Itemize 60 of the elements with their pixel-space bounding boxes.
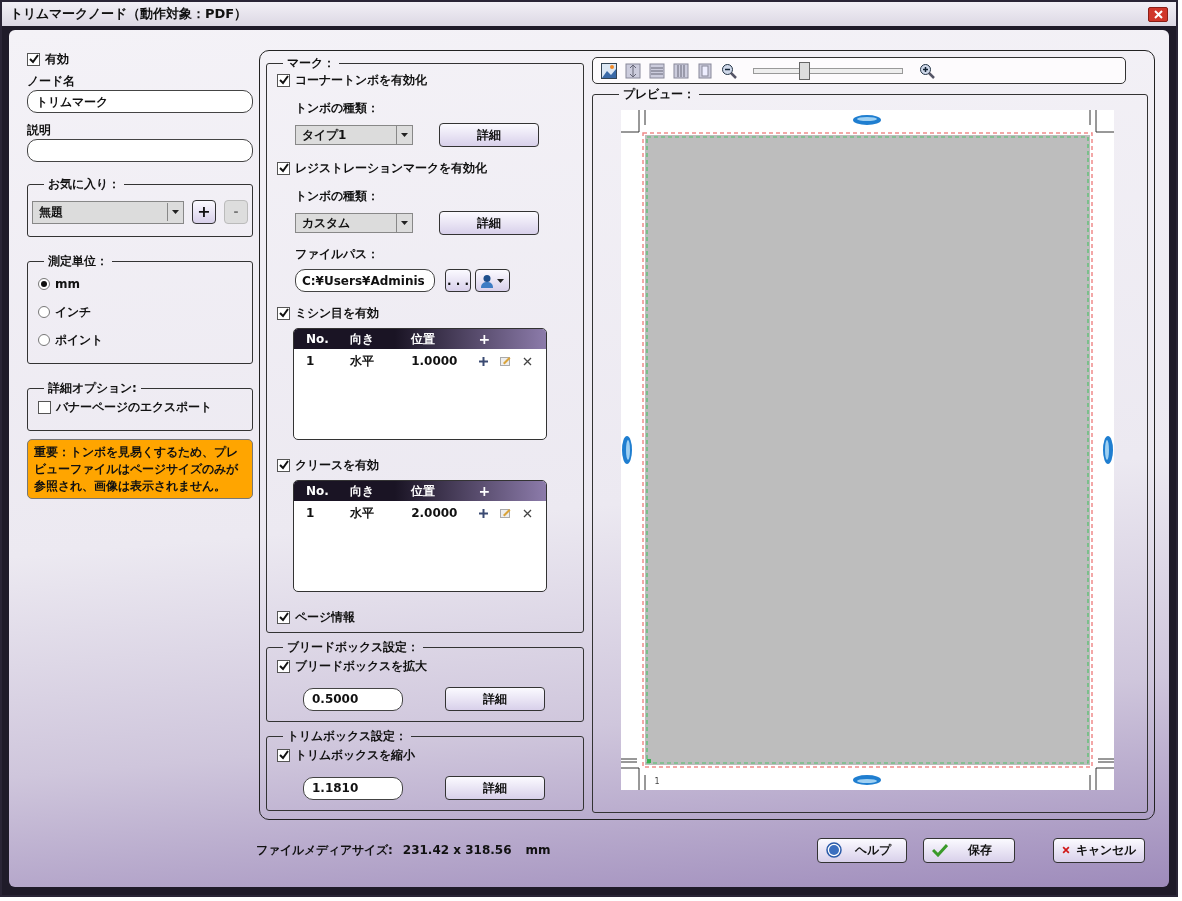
checkbox-label[interactable]: 有効 [45, 50, 69, 68]
table-cell-text: 2.0000 [411, 505, 459, 522]
checkbox-label[interactable]: コーナートンボを有効化 [295, 71, 427, 89]
media-size-unit: mm [525, 842, 551, 859]
detail-button[interactable]: 詳細 [439, 123, 539, 147]
column-header: 位置 [411, 331, 437, 348]
table-cell-text: 1.0000 [411, 353, 459, 370]
detail-button[interactable]: 詳細 [439, 211, 539, 235]
column-header: No. [305, 483, 330, 500]
group-title: プレビュー： [622, 88, 696, 100]
dropdown[interactable]: 無題 [32, 200, 184, 224]
group-title: お気に入り： [47, 178, 121, 190]
checkbox-label[interactable]: ブリードボックスを拡大 [295, 657, 427, 675]
checkbox-label[interactable]: バナーページのエクスポート [56, 398, 212, 416]
table-cell-text: 水平 [349, 505, 375, 522]
window-title: トリムマークノード（動作対象：PDF） [10, 5, 248, 24]
text-field[interactable]: トリムマーク [27, 90, 253, 113]
column-header: 向き [349, 331, 375, 348]
group-title: ブリードボックス設定： [286, 641, 420, 653]
add-button[interactable]: + [192, 200, 216, 224]
table-cell-text: 1 [305, 505, 316, 522]
field-label: ファイルパス： [295, 246, 380, 263]
table-cell-text: 1 [305, 353, 316, 370]
field-label: トンボの種類： [295, 100, 380, 117]
cancel-button[interactable]: キャンセル [1053, 837, 1145, 863]
field-label: トンボの種類： [295, 188, 380, 205]
help-button[interactable]: ヘルプ [817, 837, 907, 863]
field-label: ノード名 [27, 73, 76, 90]
radio-label[interactable]: インチ [55, 303, 91, 321]
media-size-label: ファイルメディアサイズ: [256, 842, 393, 859]
radio-label[interactable]: ポイント [55, 331, 103, 349]
table-cell-text: 水平 [349, 353, 375, 370]
column-header: No. [305, 331, 330, 348]
radio-label[interactable]: mm [55, 275, 80, 293]
page-number: 1 [654, 776, 660, 788]
detail-button[interactable]: 詳細 [445, 776, 545, 800]
checkbox-label[interactable]: ページ情報 [295, 608, 355, 626]
column-header: 位置 [411, 483, 437, 500]
column-header: 向き [349, 483, 375, 500]
group-title: マーク： [286, 57, 336, 69]
detail-button[interactable]: 詳細 [445, 687, 545, 711]
checkbox-label[interactable]: クリースを有効 [295, 456, 379, 474]
checkbox-label[interactable]: レジストレーションマークを有効化 [295, 159, 487, 177]
save-button[interactable]: 保存 [923, 837, 1015, 863]
checkbox-label[interactable]: ミシン目を有効 [295, 304, 379, 322]
add-row-button[interactable]: + [478, 329, 491, 350]
dropdown[interactable]: カスタム [295, 213, 413, 233]
field-label: 説明 [27, 122, 52, 139]
value-field[interactable]: 1.1810 [303, 776, 403, 800]
dropdown[interactable]: タイプ1 [295, 125, 413, 145]
group-title: 詳細オプション: [47, 382, 138, 394]
checkbox-label[interactable]: トリムボックスを縮小 [295, 746, 415, 764]
value-field[interactable]: 0.5000 [303, 687, 403, 711]
media-size-value: 231.42 x 318.56 [402, 842, 512, 859]
group-title: トリムボックス設定： [286, 730, 408, 742]
group-title: 測定単位： [47, 255, 109, 267]
notice-message: 重要：トンボを見易くするため、プレビューファイルはページサイズのみが参照され、画像は表示されません。 [27, 439, 253, 500]
browse-button[interactable]: . . . [445, 269, 471, 292]
file-path-field[interactable]: C:¥Users¥Adminis [295, 269, 435, 292]
add-row-button[interactable]: + [478, 481, 491, 502]
